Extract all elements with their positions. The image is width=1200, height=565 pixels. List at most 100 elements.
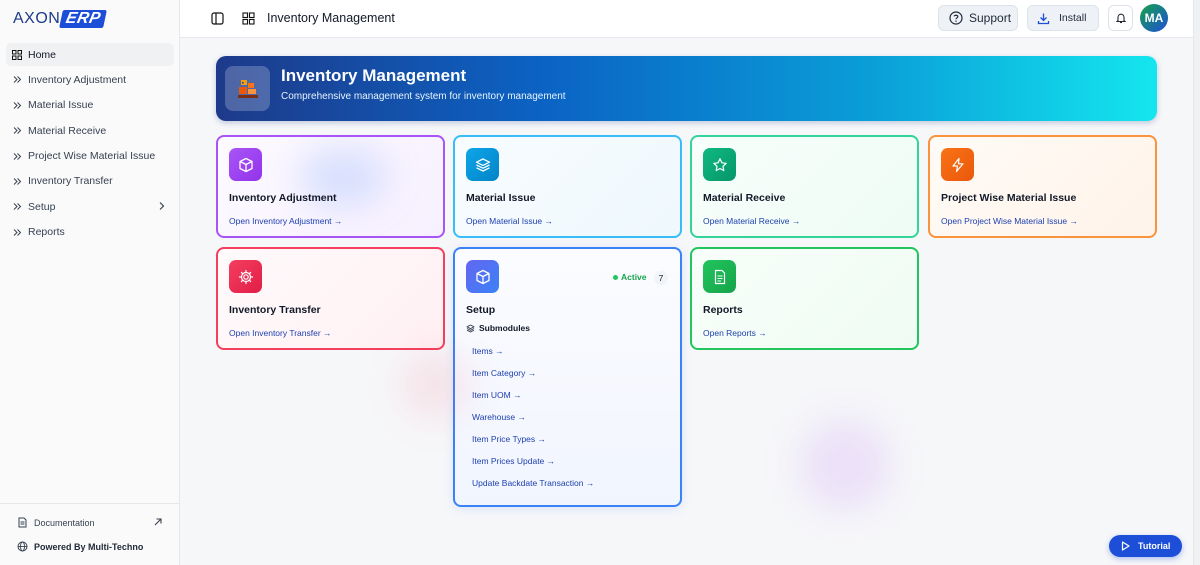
sidebar-toggle-icon[interactable]: [211, 12, 224, 25]
sidebar-item-reports[interactable]: Reports: [6, 221, 174, 244]
card-link-label: Open Material Issue: [466, 216, 543, 226]
background-glow: [800, 420, 890, 510]
sidebar-item-label: Reports: [28, 226, 65, 239]
sidebar-item-label: Material Issue: [28, 99, 94, 112]
documentation-label: Documentation: [34, 517, 95, 528]
double-chevron-right-icon: [12, 176, 22, 186]
submodule-items[interactable]: Items →: [466, 340, 671, 362]
cube-icon: [229, 148, 262, 181]
sidebar-item-material-issue[interactable]: Material Issue: [6, 94, 174, 117]
card-link-label: Open Inventory Transfer: [229, 328, 321, 338]
card-title: Setup: [466, 304, 496, 316]
sidebar-item-home[interactable]: Home: [6, 43, 174, 66]
sidebar-item-label: Inventory Transfer: [28, 175, 113, 188]
arrow-right-icon: →: [758, 328, 767, 338]
open-reports-link[interactable]: Open Reports →: [703, 328, 767, 338]
submodule-label: Item Prices Update: [472, 456, 545, 466]
submodules-label: Submodules: [479, 323, 531, 333]
card-link-label: Open Material Receive: [703, 216, 790, 226]
submodule-label: Items: [472, 346, 493, 356]
hero-banner: Inventory Management Comprehensive manag…: [216, 56, 1157, 121]
double-chevron-right-icon: [12, 100, 22, 110]
card-title: Inventory Adjustment: [229, 192, 337, 204]
open-inventory-adjustment-link[interactable]: Open Inventory Adjustment →: [229, 216, 342, 226]
notifications-button[interactable]: [1108, 5, 1133, 31]
card-link-label: Open Inventory Adjustment: [229, 216, 332, 226]
sidebar-item-label: Inventory Adjustment: [28, 73, 127, 86]
arrow-right-icon: →: [1069, 216, 1079, 226]
sidebar-item-project-wise-material-issue[interactable]: Project Wise Material Issue: [6, 145, 174, 168]
star-icon: [703, 148, 736, 181]
module-card-project-wise-material-issue[interactable]: Project Wise Material Issue Open Project…: [928, 135, 1157, 238]
module-card-reports[interactable]: Reports Open Reports →: [690, 247, 919, 350]
status-label: Active: [621, 272, 647, 282]
logo[interactable]: AXON ERP: [13, 9, 108, 29]
open-material-receive-link[interactable]: Open Material Receive →: [703, 216, 800, 226]
layers-icon: [466, 148, 499, 181]
submodule-label: Update Backdate Transaction: [472, 478, 584, 488]
sidebar-item-label: Project Wise Material Issue: [28, 150, 156, 163]
double-chevron-right-icon: [12, 202, 22, 212]
card-title: Material Receive: [703, 192, 786, 204]
arrow-right-icon: →: [791, 216, 801, 226]
arrow-right-icon: →: [495, 346, 504, 356]
sidebar-item-label: Setup: [28, 200, 56, 213]
sidebar-item-label: Material Receive: [28, 124, 107, 137]
submodules-heading: Submodules: [466, 323, 530, 333]
sidebar-item-inventory-adjustment[interactable]: Inventory Adjustment: [6, 68, 174, 91]
lightning-icon: [941, 148, 974, 181]
arrow-right-icon: →: [546, 456, 556, 466]
submodule-label: Item UOM: [472, 390, 511, 400]
download-icon: [1037, 12, 1050, 25]
tutorial-button[interactable]: Tutorial: [1109, 535, 1182, 557]
open-inventory-transfer-link[interactable]: Open Inventory Transfer →: [229, 328, 332, 338]
card-title: Project Wise Material Issue: [941, 192, 1077, 204]
submodule-warehouse[interactable]: Warehouse →: [466, 406, 671, 428]
powered-by-label: Powered By Multi-Techno: [34, 541, 144, 552]
open-material-issue-link[interactable]: Open Material Issue →: [466, 216, 553, 226]
double-chevron-right-icon: [12, 126, 22, 136]
submodule-label: Item Price Types: [472, 434, 536, 444]
submodule-label: Warehouse: [472, 412, 516, 422]
warehouse-icon: [225, 66, 270, 111]
scrollbar[interactable]: [1193, 0, 1200, 565]
sidebar-item-inventory-transfer[interactable]: Inventory Transfer: [6, 170, 174, 193]
arrow-right-icon: →: [333, 216, 343, 226]
card-title: Material Issue: [466, 192, 536, 204]
sidebar-footer: Documentation Powered By Multi-Techno: [0, 503, 180, 565]
submodule-item-category[interactable]: Item Category →: [466, 362, 671, 384]
avatar[interactable]: MA: [1140, 4, 1168, 32]
grid-icon: [12, 49, 22, 60]
arrow-right-icon: →: [323, 328, 332, 338]
module-card-inventory-transfer[interactable]: Inventory Transfer Open Inventory Transf…: [216, 247, 445, 350]
sidebar-item-setup[interactable]: Setup: [6, 195, 174, 218]
submodule-item-prices-update[interactable]: Item Prices Update →: [466, 450, 671, 472]
submodule-item-price-types[interactable]: Item Price Types →: [466, 428, 671, 450]
sidebar-nav: Home Inventory Adjustment Material Issue…: [6, 43, 174, 246]
submodule-label: Item Category: [472, 368, 526, 378]
documentation-link[interactable]: Documentation: [17, 517, 163, 528]
module-card-setup[interactable]: Active 7 Setup Submodules Items → Item C…: [453, 247, 682, 507]
install-button[interactable]: Install: [1027, 5, 1099, 31]
module-card-material-issue[interactable]: Material Issue Open Material Issue →: [453, 135, 682, 238]
arrow-right-icon: →: [537, 434, 547, 444]
sidebar-item-material-receive[interactable]: Material Receive: [6, 119, 174, 142]
banner-title: Inventory Management: [281, 66, 467, 85]
submodule-item-uom[interactable]: Item UOM →: [466, 384, 671, 406]
background-glow: [400, 350, 470, 420]
module-card-inventory-adjustment[interactable]: Inventory Adjustment Open Inventory Adju…: [216, 135, 445, 238]
submodule-update-backdate-transaction[interactable]: Update Backdate Transaction →: [466, 472, 671, 494]
globe-icon: [17, 541, 28, 552]
arrow-right-icon: →: [517, 412, 527, 422]
double-chevron-right-icon: [12, 227, 22, 237]
sidebar-item-label: Home: [28, 48, 57, 61]
card-link-label: Open Reports: [703, 328, 756, 338]
open-project-wise-material-issue-link[interactable]: Open Project Wise Material Issue →: [941, 216, 1078, 226]
install-label: Install: [1059, 12, 1087, 24]
external-link-icon: [153, 517, 163, 529]
sidebar: AXON ERP Home Inventory Adjustment Mater…: [0, 0, 180, 565]
support-label: Support: [969, 11, 1012, 25]
module-card-material-receive[interactable]: Material Receive Open Material Receive →: [690, 135, 919, 238]
chevron-right-icon[interactable]: [158, 201, 166, 214]
support-button[interactable]: Support: [938, 5, 1018, 31]
